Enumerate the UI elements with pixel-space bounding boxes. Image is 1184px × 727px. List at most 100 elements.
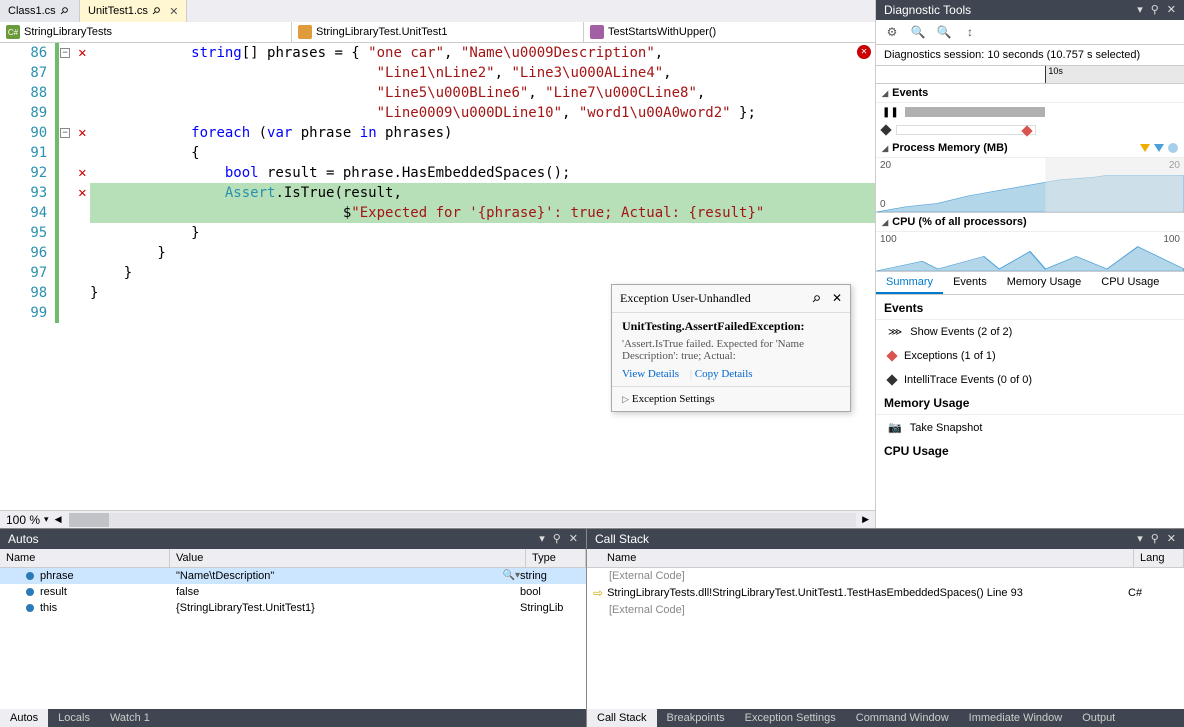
code-line[interactable]: "Line0009\u000DLine10", "word1\u00A0word…: [90, 103, 875, 123]
memory-usage-header: Memory Usage: [876, 392, 1184, 415]
code-line[interactable]: "Line1\nLine2", "Line3\u000ALine4",: [90, 63, 875, 83]
code-line[interactable]: $"Expected for '{phrase}': true; Actual:…: [90, 203, 875, 223]
tab-locals[interactable]: Locals: [48, 709, 100, 727]
callstack-tabstrip: Call Stack Breakpoints Exception Setting…: [587, 709, 1184, 727]
pin-icon[interactable]: ⚲: [1151, 532, 1159, 546]
tab-unittest1[interactable]: UnitTest1.cs ⚲ ✕: [80, 0, 187, 22]
autos-panel: Autos ▾ ⚲ ✕ Name Value Type phrase "Name…: [0, 528, 587, 727]
tab-command-window[interactable]: Command Window: [846, 709, 959, 727]
tab-cpu-usage[interactable]: CPU Usage: [1091, 272, 1169, 294]
autos-row[interactable]: this {StringLibraryTest.UnitTest1} Strin…: [0, 600, 586, 616]
variable-icon: [26, 604, 34, 612]
exception-settings-toggle[interactable]: ▷Exception Settings: [612, 386, 850, 411]
code-line[interactable]: }: [90, 243, 875, 263]
pin-icon[interactable]: ⚲: [809, 293, 822, 306]
events-section-header[interactable]: Events: [876, 84, 1184, 103]
tab-label: Class1.cs: [8, 5, 56, 17]
tab-breakpoints[interactable]: Breakpoints: [657, 709, 735, 727]
dropdown-icon[interactable]: ▾: [539, 532, 545, 546]
class-dropdown[interactable]: StringLibraryTest.UnitTest1: [292, 22, 584, 42]
close-icon[interactable]: ✕: [569, 532, 578, 546]
pin-icon[interactable]: ⚲: [57, 5, 70, 18]
panel-title: Call Stack: [595, 532, 649, 546]
close-icon[interactable]: ✕: [169, 5, 178, 18]
col-name[interactable]: Name: [587, 549, 1134, 567]
pin-icon[interactable]: ⚲: [1151, 3, 1159, 17]
code-line[interactable]: string[] phrases = { "one car", "Name\u0…: [90, 43, 875, 63]
diagnostic-tabs: Summary Events Memory Usage CPU Usage: [876, 272, 1184, 295]
zoom-level[interactable]: 100 %: [6, 513, 40, 527]
col-type[interactable]: Type: [526, 549, 586, 567]
code-line[interactable]: "Line5\u000BLine6", "Line7\u000CLine8",: [90, 83, 875, 103]
zoom-in-icon[interactable]: 🔍: [910, 24, 926, 40]
autos-row[interactable]: phrase "Name\tDescription"🔍▾ string: [0, 568, 586, 584]
scroll-right-icon[interactable]: ▶: [862, 514, 869, 525]
close-icon[interactable]: ✕: [1167, 532, 1176, 546]
cpu-section-header[interactable]: CPU (% of all processors): [876, 213, 1184, 232]
panel-title: Diagnostic Tools: [884, 3, 971, 17]
outline-collapse-icon[interactable]: −: [60, 48, 70, 58]
exception-inline-icon[interactable]: ✕: [857, 45, 871, 59]
breakpoint-x-icon[interactable]: ✕: [78, 125, 86, 141]
tab-class1[interactable]: Class1.cs ⚲: [0, 0, 80, 22]
reset-zoom-icon[interactable]: ↕: [962, 24, 978, 40]
exceptions-item[interactable]: Exceptions (1 of 1): [876, 344, 1184, 368]
memory-section-header[interactable]: Process Memory (MB): [876, 139, 1184, 158]
line-number: 90: [20, 125, 55, 141]
show-events-item[interactable]: ⋙Show Events (2 of 2): [876, 320, 1184, 344]
code-line[interactable]: Assert.IsTrue(result,: [90, 183, 875, 203]
col-lang[interactable]: Lang: [1134, 549, 1184, 567]
outline-collapse-icon[interactable]: −: [60, 128, 70, 138]
intellitrace-item[interactable]: IntelliTrace Events (0 of 0): [876, 368, 1184, 392]
timeline-ruler[interactable]: 10s: [876, 66, 1184, 84]
diagnostic-toolbar: ⚙ 🔍 🔍 ↕: [876, 20, 1184, 45]
copy-details-link[interactable]: Copy Details: [695, 368, 753, 380]
breakpoint-x-icon[interactable]: ✕: [78, 45, 86, 61]
code-editor[interactable]: 86−✕87888990−✕9192✕93✕949596979899 strin…: [0, 43, 875, 510]
line-number: 91: [20, 145, 55, 161]
method-dropdown[interactable]: TestStartsWithUpper(): [584, 22, 875, 42]
col-name[interactable]: Name: [0, 549, 170, 567]
breakpoint-x-icon[interactable]: ✕: [78, 165, 86, 181]
namespace-dropdown[interactable]: C# StringLibraryTests: [0, 22, 292, 42]
scroll-left-icon[interactable]: ◀: [55, 514, 62, 525]
dropdown-icon[interactable]: ▾: [1137, 532, 1143, 546]
tab-memory-usage[interactable]: Memory Usage: [997, 272, 1092, 294]
take-snapshot-item[interactable]: 📷Take Snapshot: [876, 415, 1184, 440]
magnifier-icon[interactable]: 🔍▾: [503, 570, 520, 582]
line-number: 95: [20, 225, 55, 241]
code-line[interactable]: bool result = phrase.HasEmbeddedSpaces()…: [90, 163, 875, 183]
tab-callstack[interactable]: Call Stack: [587, 709, 657, 727]
tab-autos[interactable]: Autos: [0, 709, 48, 727]
line-number: 87: [20, 65, 55, 81]
horizontal-scrollbar[interactable]: [69, 513, 856, 527]
pin-icon[interactable]: ⚲: [149, 5, 162, 18]
tab-immediate-window[interactable]: Immediate Window: [959, 709, 1073, 727]
tab-label: UnitTest1.cs: [88, 5, 148, 17]
callstack-row[interactable]: [External Code]: [587, 568, 1184, 584]
close-icon[interactable]: ✕: [1167, 3, 1176, 17]
tab-summary[interactable]: Summary: [876, 272, 943, 294]
tab-output[interactable]: Output: [1072, 709, 1125, 727]
callstack-row[interactable]: [External Code]: [587, 602, 1184, 618]
code-line[interactable]: foreach (var phrase in phrases): [90, 123, 875, 143]
autos-row[interactable]: result false bool: [0, 584, 586, 600]
breakpoint-x-icon[interactable]: ✕: [78, 185, 86, 201]
dropdown-icon[interactable]: ▾: [1137, 3, 1143, 17]
code-line[interactable]: }: [90, 223, 875, 243]
exception-title: Exception User-Unhandled: [620, 291, 751, 306]
pin-icon[interactable]: ⚲: [553, 532, 561, 546]
col-value[interactable]: Value: [170, 549, 526, 567]
close-icon[interactable]: ✕: [832, 291, 842, 305]
tab-watch1[interactable]: Watch 1: [100, 709, 160, 727]
gear-icon[interactable]: ⚙: [884, 24, 900, 40]
diagnostic-tools-panel: Diagnostic Tools ▾ ⚲ ✕ ⚙ 🔍 🔍 ↕ Diagnosti…: [876, 0, 1184, 528]
tab-events[interactable]: Events: [943, 272, 997, 294]
callstack-row[interactable]: ⇨StringLibraryTests.dll!StringLibraryTes…: [587, 584, 1184, 602]
view-details-link[interactable]: View Details: [622, 368, 679, 380]
zoom-out-icon[interactable]: 🔍: [936, 24, 952, 40]
code-line[interactable]: }: [90, 263, 875, 283]
code-line[interactable]: {: [90, 143, 875, 163]
chevron-down-icon[interactable]: ▾: [44, 514, 49, 525]
tab-exception-settings[interactable]: Exception Settings: [735, 709, 846, 727]
